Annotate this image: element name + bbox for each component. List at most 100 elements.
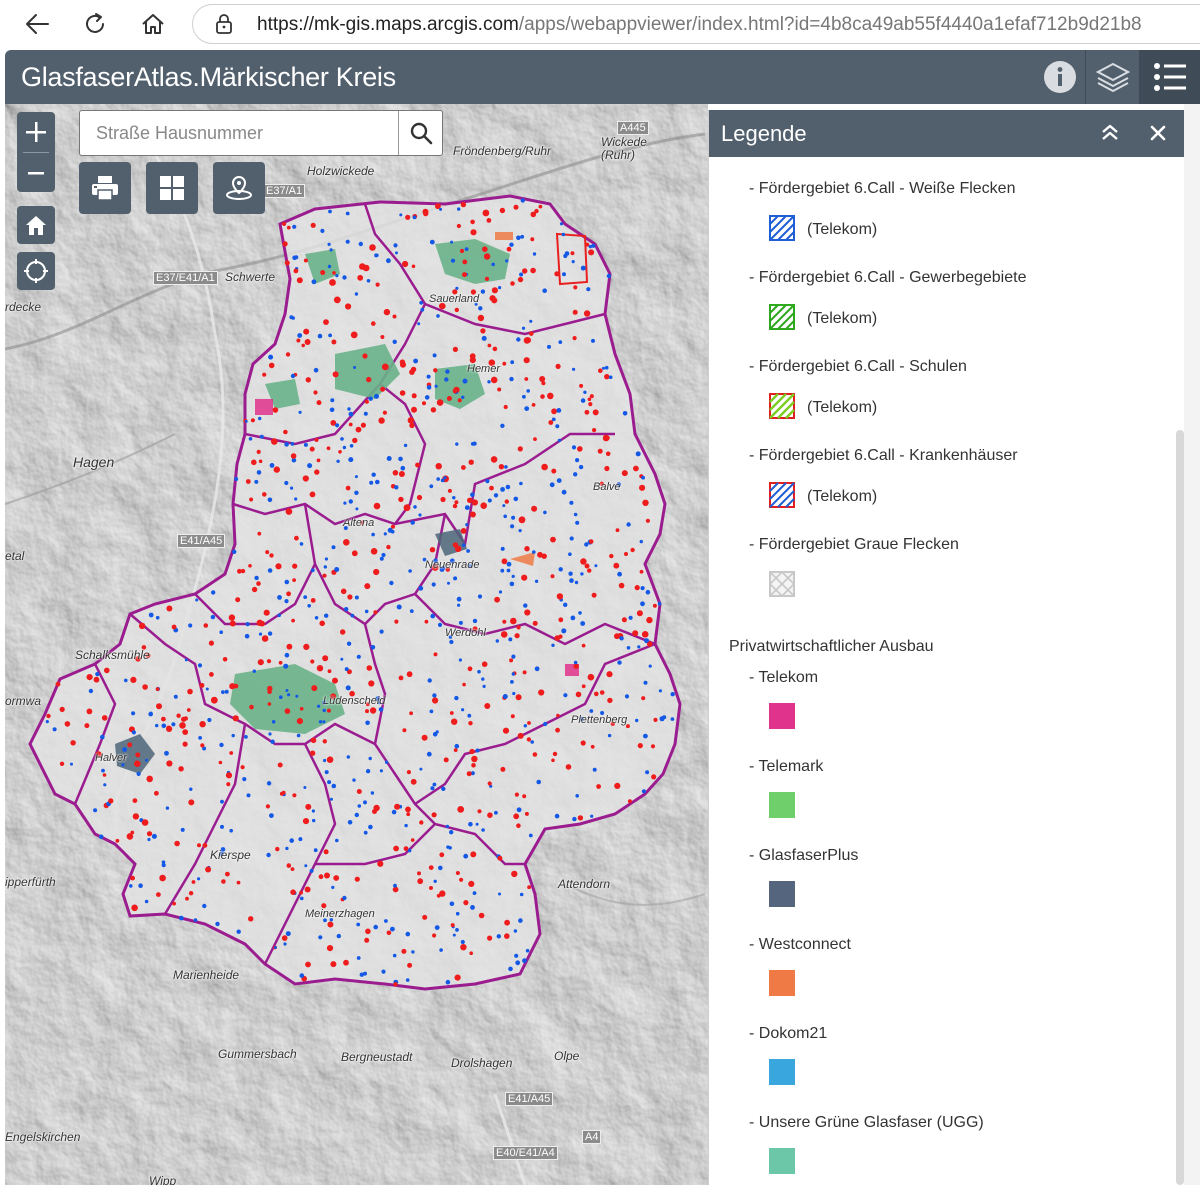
coverage-dot-red [232,715,239,722]
coverage-dot-blue [356,654,361,659]
coverage-dot-blue [516,337,521,342]
coverage-dot-red [588,249,595,256]
basemap-gallery-button[interactable] [146,162,198,214]
coverage-dot-blue [328,209,332,214]
legend-item-sub: (Telekom) [807,310,878,327]
coverage-dot-red [365,709,369,714]
zoom-out-button[interactable] [17,153,55,193]
coverage-dot-blue [381,969,386,974]
layers-icon[interactable] [1087,50,1139,104]
back-arrow-icon[interactable] [20,8,54,40]
coverage-dot-blue [304,864,308,868]
coverage-dot-blue [419,300,424,305]
coverage-dot-red [309,446,315,452]
legend-item-label: - Fördergebiet Graue Flecken [749,536,959,553]
my-location-button[interactable] [17,252,55,290]
coverage-dot-blue [434,384,438,388]
address-bar[interactable]: https://mk-gis.maps.arcgis.com/apps/weba… [192,4,1200,44]
coverage-dot-blue [93,808,98,813]
coverage-dot-red [305,961,311,968]
map-label: Sauerland [429,293,480,305]
coverage-dot-red [581,643,586,648]
map-view[interactable]: Fröndenberg/Ruhr Wickede (Ruhr) Holzwick… [5,104,708,1185]
coverage-dot-red [271,438,278,445]
coverage-dot-blue [390,529,395,534]
coverage-dot-blue [640,601,645,607]
coverage-dot-red [429,886,433,890]
coverage-dot-blue [365,720,370,726]
search-button[interactable] [398,111,442,155]
coverage-dot-blue [345,211,350,216]
close-icon[interactable] [1147,122,1171,146]
coverage-dot-red [466,771,472,777]
location-tool-button[interactable] [213,162,265,214]
coverage-dot-blue [438,865,443,871]
coverage-dot-red [197,843,201,848]
coverage-dot-red [524,811,529,816]
coverage-dot-red [248,916,254,922]
coverage-dot-blue [495,639,499,643]
coverage-dot-red [218,760,223,765]
print-button[interactable] [79,162,131,214]
coverage-dot-blue [472,441,477,446]
coverage-dot-red [517,276,524,283]
collapse-icon[interactable] [1099,122,1123,146]
coverage-dot-blue [393,243,398,248]
coverage-dot-blue [198,736,203,740]
legend-scrollbar[interactable] [1176,430,1184,1185]
coverage-dot-blue [429,484,434,489]
coverage-dot-red [332,677,338,684]
legend-item-label: - Fördergebiet 6.Call - Gewerbegebiete [749,269,1027,286]
legend-swatch-telekom [769,703,795,729]
search-input[interactable] [80,111,400,155]
coverage-dot-red [310,222,316,228]
coverage-dot-blue [412,215,417,220]
coverage-dot-red [324,872,330,879]
coverage-dot-blue [626,646,631,650]
coverage-dot-blue [536,779,541,785]
coverage-dot-red [326,756,334,763]
coverage-dot-blue [643,733,648,739]
home-icon[interactable] [136,8,170,40]
coverage-dot-red [373,502,381,510]
coverage-dot-blue [303,786,307,789]
coverage-dot-blue [323,758,327,763]
coverage-dot-blue [371,532,375,537]
coverage-dot-blue [558,567,563,572]
coverage-dot-red [362,353,368,359]
coverage-dot-blue [353,366,357,369]
coverage-dot-blue [458,620,463,625]
coverage-dot-red [248,564,252,568]
legend-swatch [769,215,795,241]
coverage-dot-blue [404,823,408,828]
info-icon[interactable] [1035,50,1085,104]
coverage-dot-blue [346,641,352,646]
zoom-in-button[interactable] [17,112,55,152]
coverage-dot-blue [329,407,335,413]
coverage-dot-blue [364,609,369,614]
coverage-dot-red [524,546,530,552]
grid-icon [160,176,184,200]
coverage-dot-blue [472,891,477,895]
coverage-dot-blue [220,824,224,829]
coverage-dot-red [208,640,214,646]
coverage-dot-blue [269,813,274,818]
legend-list-icon[interactable] [1139,50,1200,104]
coverage-dot-red [455,871,460,875]
coverage-dot-blue [455,928,459,932]
coverage-dot-red [577,815,584,821]
coverage-dot-blue [431,582,436,587]
coverage-dot-blue [405,931,411,937]
coverage-dot-red [302,818,310,825]
coverage-dot-red [490,456,498,463]
reload-icon[interactable] [78,8,112,40]
coverage-dot-blue [505,259,509,263]
coverage-dot-red [494,596,500,603]
url-path: /apps/webappviewer/index.html?id=4b8ca49… [518,14,1142,35]
road-shield: E40/E41/A4 [493,1146,558,1160]
home-extent-button[interactable] [17,206,55,244]
coverage-dot-blue [410,520,415,525]
coverage-dot-blue [450,240,454,244]
url-text[interactable]: https://mk-gis.maps.arcgis.com/apps/weba… [257,14,1142,36]
lock-icon[interactable] [215,14,233,39]
